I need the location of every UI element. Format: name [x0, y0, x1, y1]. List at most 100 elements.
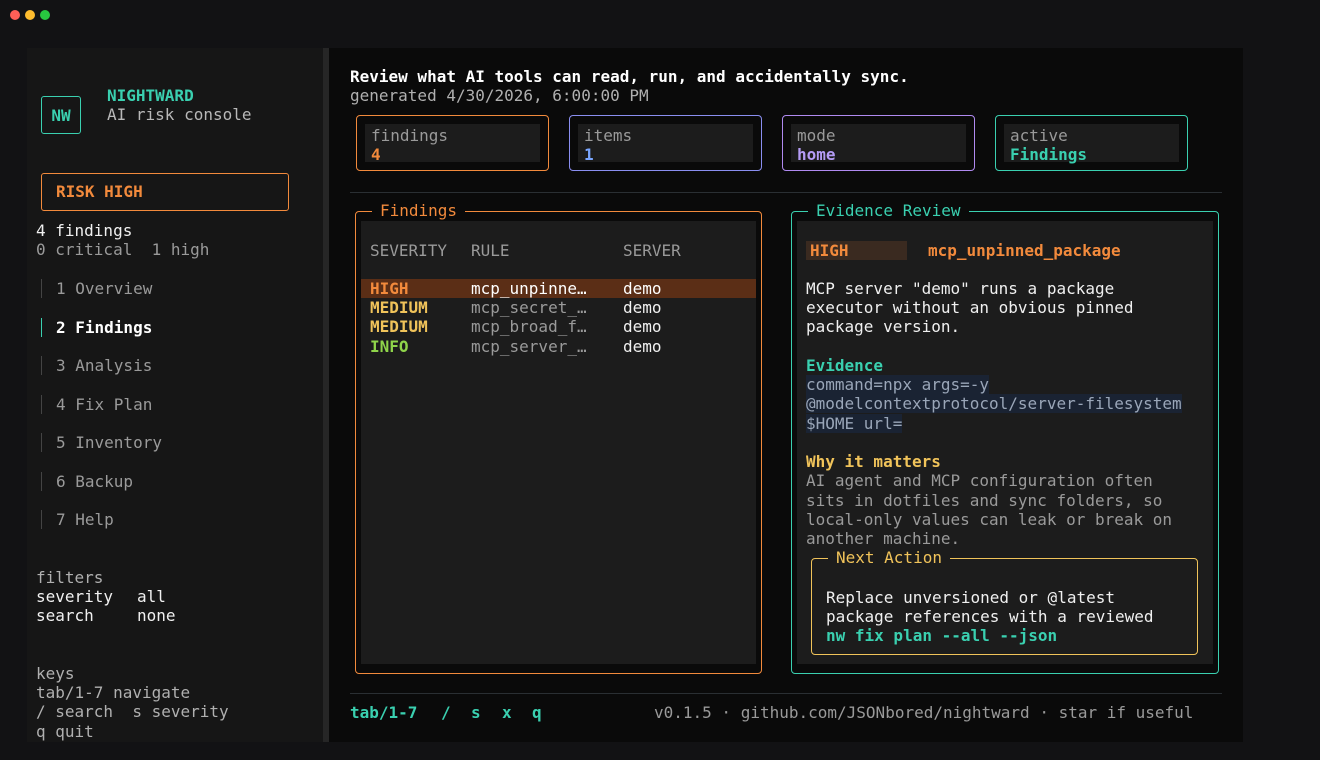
evidence-panel-title: Evidence Review — [808, 201, 969, 220]
stat-value: 4 — [371, 145, 381, 164]
nav-item-label: 1 Overview — [56, 279, 153, 298]
filter-severity-value[interactable]: all — [137, 587, 166, 606]
finding-severity: INFO — [370, 337, 409, 356]
risk-level-badge: RISK HIGH — [41, 173, 289, 211]
page-title: Review what AI tools can read, run, and … — [350, 67, 909, 86]
nav-indicator — [41, 433, 42, 452]
finding-rule: mcp_secret_… — [471, 298, 587, 317]
finding-rule: mcp_unpinne… — [471, 279, 587, 298]
filters-title: filters — [36, 568, 104, 587]
next-action-line: Replace unversioned or @latest — [826, 588, 1115, 607]
table-row[interactable]: MEDIUM mcp_secret_… demo — [361, 298, 756, 317]
footer-key-severity[interactable]: s — [471, 703, 481, 722]
evidence-description-line: package version. — [806, 317, 961, 336]
evidence-review-panel: Evidence Review HIGH mcp_unpinned_packag… — [791, 201, 1219, 674]
footer-key-navigate[interactable]: tab/1-7 — [350, 703, 417, 722]
nav-item-label: 5 Inventory — [56, 433, 162, 452]
stat-label: items — [584, 126, 633, 145]
terminal-window: NW NIGHTWARD AI risk console RISK HIGH 4… — [27, 48, 1243, 742]
nav-indicator — [41, 318, 42, 337]
evidence-code-line: @modelcontextprotocol/server-filesystem — [806, 394, 1182, 413]
stat-active: active Findings — [995, 115, 1188, 171]
why-it-matters-title: Why it matters — [806, 452, 941, 471]
keys-line: q quit — [36, 722, 94, 741]
footer-key-quit[interactable]: q — [532, 703, 542, 722]
stat-label: active — [1010, 126, 1068, 145]
nav-item-label: 6 Backup — [56, 472, 134, 491]
next-action-line: package references with a reviewed — [826, 607, 1154, 626]
findings-panel-body: SEVERITY RULE SERVER HIGH mcp_unpinne… d… — [361, 221, 756, 664]
brand-logo: NW — [41, 96, 81, 134]
finding-severity: MEDIUM — [370, 317, 428, 336]
evidence-section-title: Evidence — [806, 356, 884, 375]
finding-rule: mcp_server_… — [471, 337, 587, 356]
nav-item-label: 2 Findings — [56, 318, 153, 337]
evidence-panel-body: HIGH mcp_unpinned_package MCP server "de… — [797, 221, 1213, 664]
why-line: AI agent and MCP configuration often — [806, 471, 1153, 490]
why-line: sits in dotfiles and sync folders, so — [806, 491, 1163, 510]
nav-item-label: 4 Fix Plan — [56, 395, 153, 414]
nav-indicator — [41, 279, 42, 298]
why-line: local-only values can leak or break on — [806, 510, 1173, 529]
stat-label: findings — [371, 126, 449, 145]
table-row[interactable]: MEDIUM mcp_broad_f… demo — [361, 317, 756, 336]
evidence-description-line: executor without an obvious pinned — [806, 298, 1134, 317]
nav-indicator — [41, 356, 42, 375]
next-action-command[interactable]: nw fix plan --all --json — [826, 626, 1057, 645]
stat-items: items 1 — [569, 115, 762, 171]
nav-item-label: 3 Analysis — [56, 356, 153, 375]
evidence-description-line: MCP server "demo" runs a package — [806, 279, 1115, 298]
finding-server: demo — [623, 298, 662, 317]
nav-indicator — [41, 510, 42, 529]
evidence-code-line: command=npx args=-y — [806, 375, 990, 394]
stat-value: 1 — [584, 145, 594, 164]
generated-timestamp: generated 4/30/2026, 6:00:00 PM — [350, 86, 649, 105]
nav-indicator — [41, 472, 42, 491]
header-divider — [350, 192, 1222, 193]
nav-indicator — [41, 395, 42, 414]
finding-server: demo — [623, 317, 662, 336]
next-action-title: Next Action — [828, 548, 950, 567]
severity-badge-label: HIGH — [810, 241, 849, 260]
findings-panel-title: Findings — [372, 201, 466, 220]
sidebar: NW NIGHTWARD AI risk console RISK HIGH 4… — [27, 48, 323, 742]
minimize-window-button[interactable] — [25, 10, 35, 20]
footer-divider — [350, 693, 1222, 694]
evidence-rule-name: mcp_unpinned_package — [928, 241, 1121, 260]
column-header-rule: RULE — [471, 241, 510, 260]
stat-mode: mode home — [782, 115, 975, 171]
filter-search-label: search — [36, 606, 94, 625]
window-controls — [10, 10, 50, 20]
stat-label: mode — [797, 126, 836, 145]
keys-line: tab/1-7 navigate — [36, 683, 191, 702]
findings-breakdown: 0 critical 1 high — [36, 240, 210, 259]
finding-rule: mcp_broad_f… — [471, 317, 587, 336]
finding-server: demo — [623, 337, 662, 356]
finding-severity: HIGH — [370, 279, 409, 298]
column-header-server: SERVER — [623, 241, 681, 260]
keys-line: / search s severity — [36, 702, 229, 721]
evidence-code-line: $HOME url= — [806, 414, 903, 433]
why-line: another machine. — [806, 529, 961, 548]
findings-count: 4 findings — [36, 221, 133, 240]
maximize-window-button[interactable] — [40, 10, 50, 20]
footer-key-x[interactable]: x — [502, 703, 512, 722]
footer-info: v0.1.5 · github.com/JSONbored/nightward … — [654, 703, 1194, 722]
nav-item-label: 7 Help — [56, 510, 114, 529]
column-header-severity: SEVERITY — [370, 241, 448, 260]
stat-value: Findings — [1010, 145, 1088, 164]
next-action-box: Next Action Replace unversioned or @late… — [811, 548, 1198, 655]
footer-key-search[interactable]: / — [441, 703, 451, 722]
finding-server: demo — [623, 279, 662, 298]
stat-findings: findings 4 — [356, 115, 549, 171]
brand-name: NIGHTWARD — [107, 86, 194, 105]
table-row[interactable]: HIGH mcp_unpinne… demo — [361, 279, 756, 298]
brand-subtitle: AI risk console — [107, 105, 252, 124]
keys-title: keys — [36, 664, 75, 683]
close-window-button[interactable] — [10, 10, 20, 20]
table-row[interactable]: INFO mcp_server_… demo — [361, 337, 756, 356]
sidebar-divider — [323, 48, 329, 742]
filter-search-value[interactable]: none — [137, 606, 176, 625]
stat-value: home — [797, 145, 836, 164]
findings-panel: Findings SEVERITY RULE SERVER HIGH mcp_u… — [355, 201, 762, 674]
